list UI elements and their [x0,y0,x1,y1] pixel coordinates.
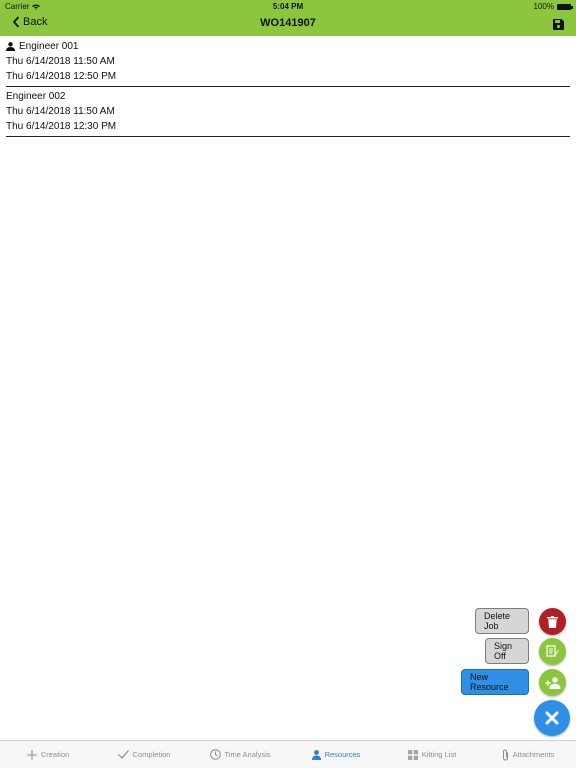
close-fab[interactable] [534,700,570,736]
check-icon [117,750,129,759]
tab-label: Creation [40,750,70,759]
battery-indicator: 100% [533,2,573,11]
save-button[interactable] [553,17,564,35]
battery-icon [557,3,573,10]
sign-off-button[interactable]: Sign Off [485,638,529,664]
person-icon [311,749,321,760]
resource-start-time: Thu 6/14/2018 11:50 AM [6,106,115,117]
plus-icon [26,749,37,760]
resource-entry[interactable]: Engineer 002 Thu 6/14/2018 11:50 AM Thu … [6,89,570,137]
resource-name-line: Engineer 001 [6,39,570,54]
tab-creation[interactable]: Creation [0,741,96,768]
delete-fab[interactable] [539,608,566,635]
clock-icon [209,749,221,760]
paperclip-icon [502,748,508,761]
close-icon [545,711,559,725]
resource-name: Engineer 002 [6,91,66,102]
add-person-icon [545,676,560,689]
tab-attachments[interactable]: Attachments [480,741,576,768]
tab-label: Time Analysis [224,750,271,759]
tab-kitting-list[interactable]: Kitting List [384,741,480,768]
tab-completion[interactable]: Completion [96,741,192,768]
resource-end-time: Thu 6/14/2018 12:30 PM [6,121,117,132]
delete-job-button[interactable]: Delete Job [475,608,529,634]
page-title: WO141907 [260,17,316,29]
status-time: 5:04 PM [272,2,304,11]
grid-icon [407,749,418,760]
tab-label: Kitting List [421,750,457,759]
sign-off-fab[interactable] [539,638,566,665]
person-icon [6,42,15,51]
new-resource-button[interactable]: New Resource [461,669,529,695]
resource-name: Engineer 001 [19,41,79,52]
status-bar: Carrier 5:04 PM 100% [0,0,576,12]
resource-end-time: Thu 6/14/2018 12:50 PM [6,71,117,82]
new-resource-fab[interactable] [539,669,566,696]
resource-start-time: Thu 6/14/2018 11:50 AM [6,56,115,67]
navigation-bar: Back WO141907 [0,12,576,36]
tab-time-analysis[interactable]: Time Analysis [192,741,288,768]
document-sign-icon [546,645,559,657]
resource-entry[interactable]: Engineer 001 Thu 6/14/2018 11:50 AM Thu … [6,39,570,87]
resource-list: Engineer 001 Thu 6/14/2018 11:50 AM Thu … [6,39,570,139]
tab-label: Resources [324,750,361,759]
battery-percent: 100% [533,2,554,11]
floppy-disk-icon [553,19,564,30]
trash-icon [547,615,558,628]
tab-resources[interactable]: Resources [288,741,384,768]
tab-bar: Creation Completion Time Analysis Resour… [0,740,576,768]
tab-label: Attachments [512,750,555,759]
tab-label: Completion [132,750,171,759]
